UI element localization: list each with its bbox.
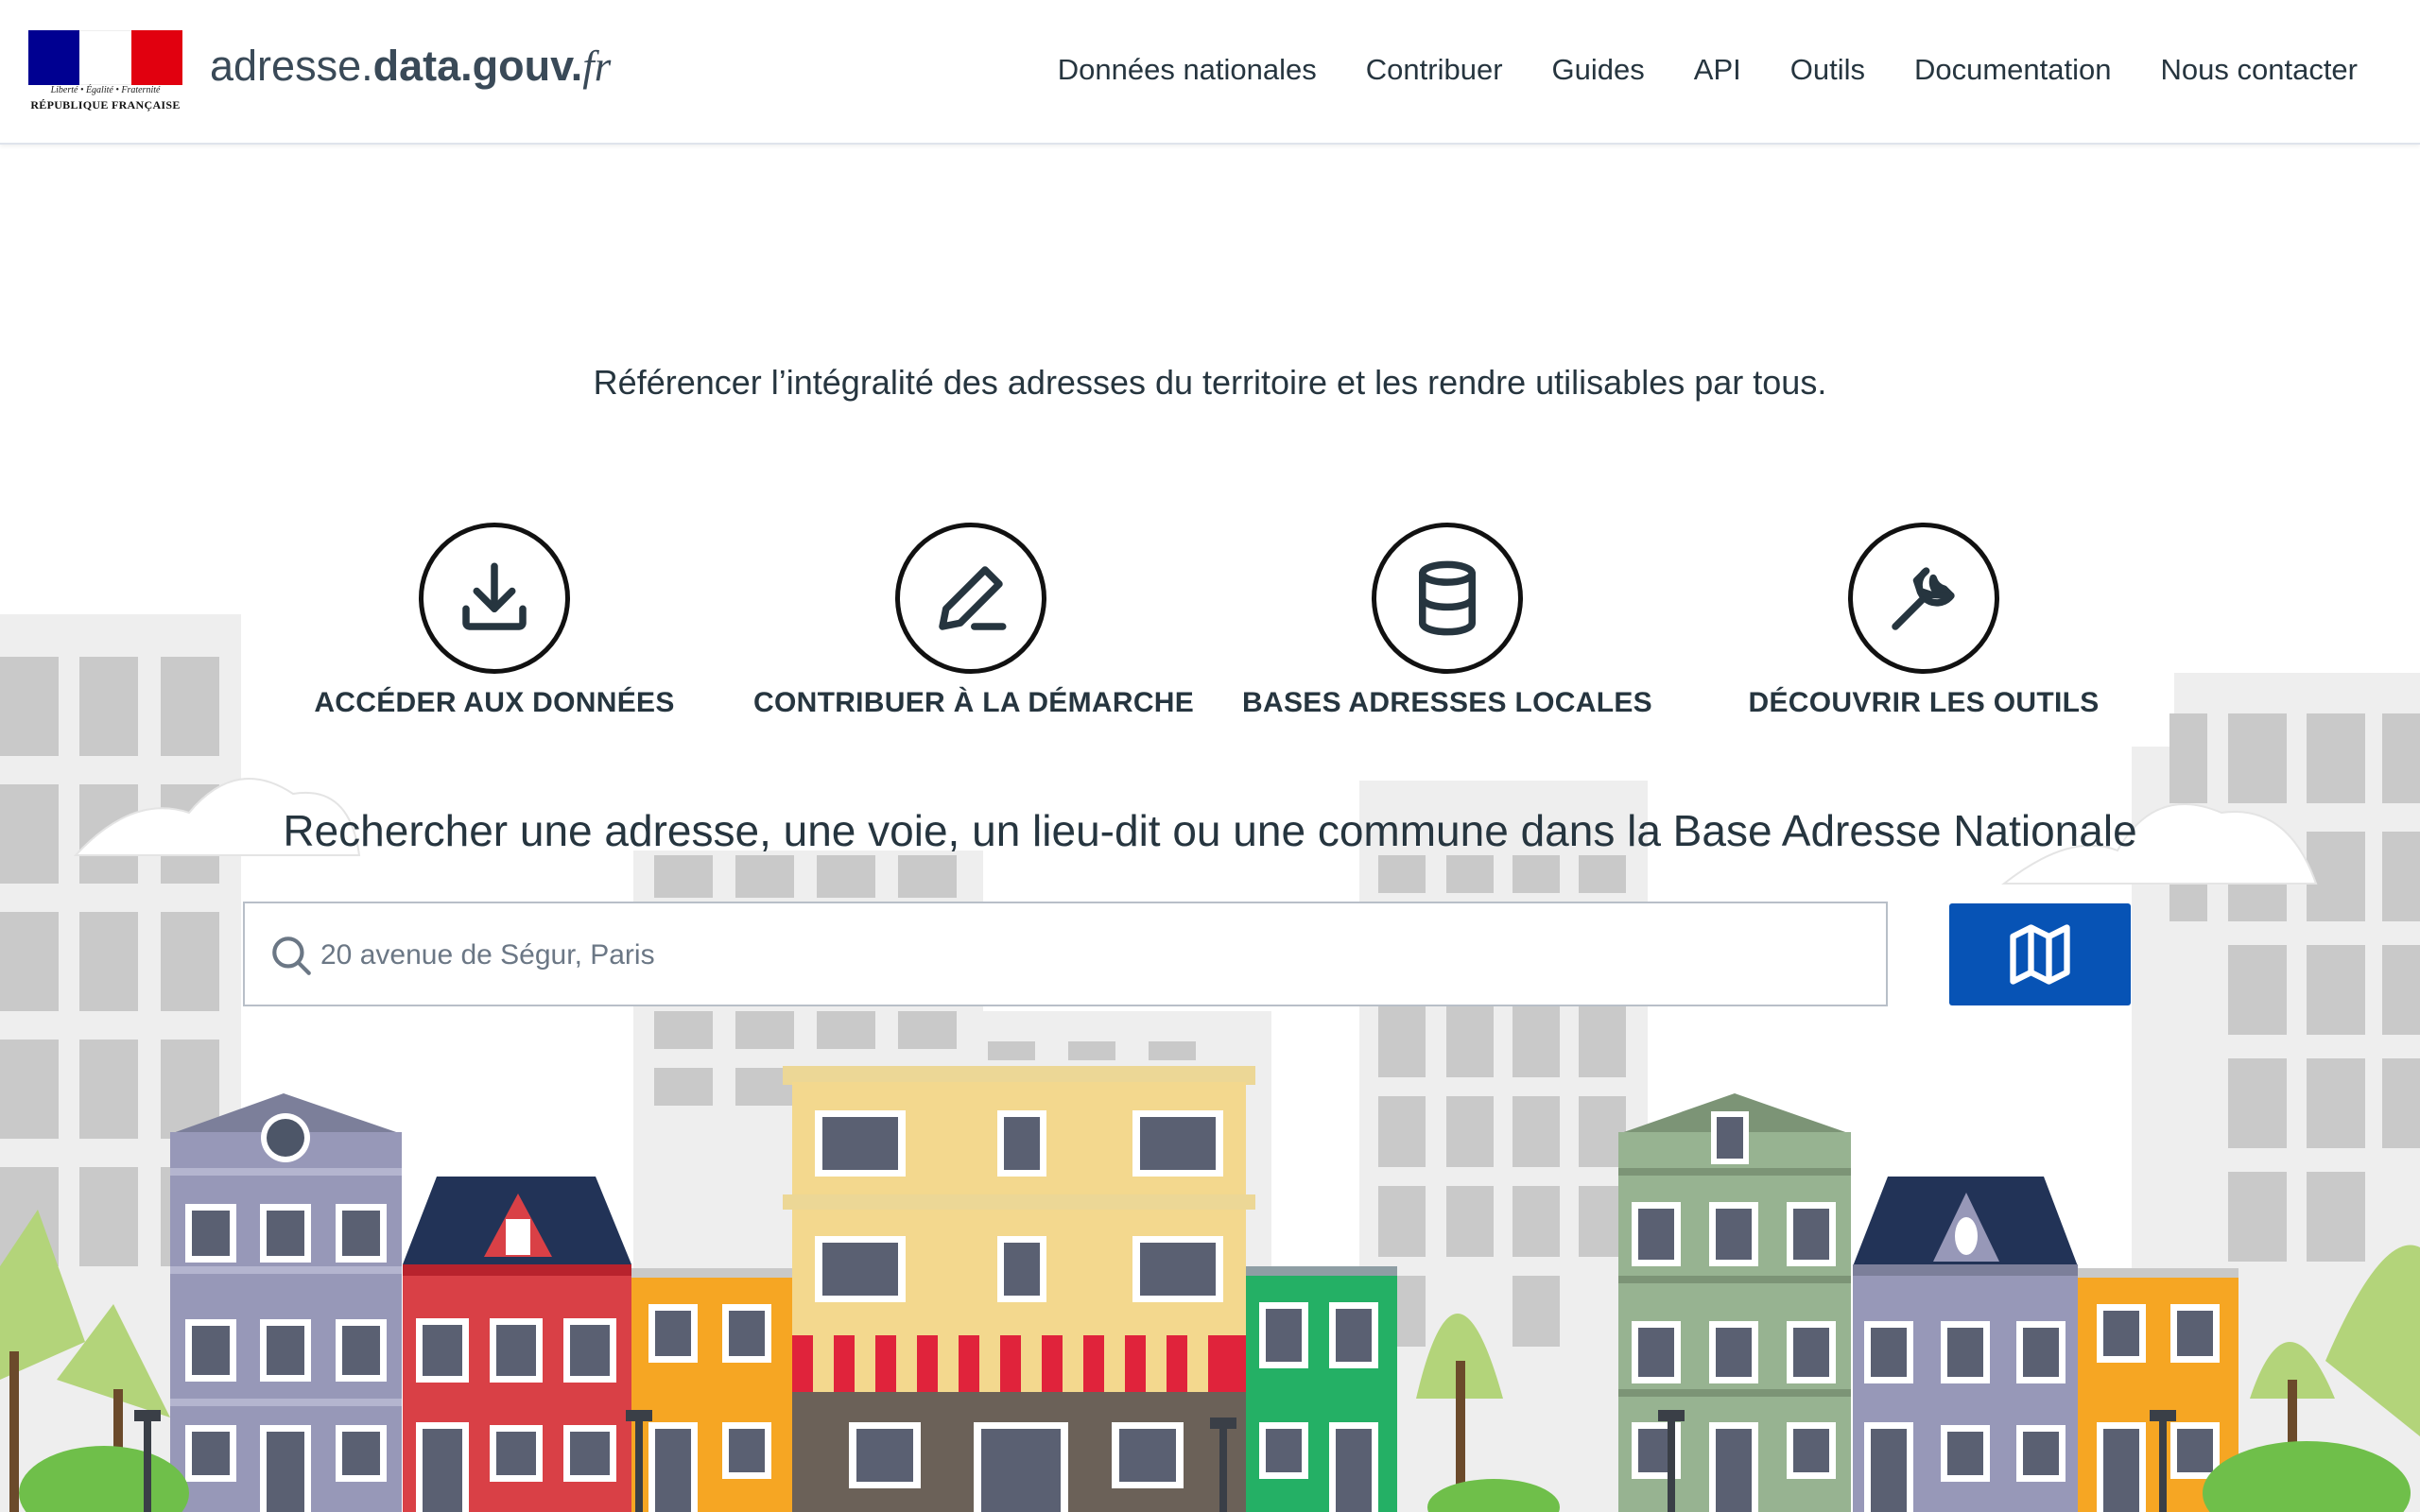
- feature-label: DÉCOUVRIR LES OUTILS: [1748, 687, 2100, 718]
- map-button[interactable]: [1949, 903, 2131, 1005]
- nav-item-api[interactable]: API: [1669, 53, 1766, 87]
- site-header: Liberté • Égalité • Fraternité RÉPUBLIQU…: [0, 0, 2420, 145]
- flag-icon: [28, 30, 182, 85]
- address-search-input[interactable]: [320, 922, 1852, 988]
- nav-item-donnees-nationales[interactable]: Données nationales: [1033, 53, 1341, 87]
- republique-francaise-logo[interactable]: Liberté • Égalité • Fraternité RÉPUBLIQU…: [28, 30, 182, 112]
- feature-acceder-aux-donnees[interactable]: ACCÉDER AUX DONNÉES: [277, 523, 712, 719]
- nav-item-guides[interactable]: Guides: [1528, 53, 1669, 87]
- nav-item-nous-contacter[interactable]: Nous contacter: [2136, 53, 2383, 87]
- hero-tagline: Référencer l’intégralité des adresses du…: [593, 363, 1827, 402]
- brand-part-adresse: adresse.: [210, 42, 373, 90]
- logo-motto: Liberté • Égalité • Fraternité: [50, 85, 161, 95]
- download-icon: [462, 562, 527, 630]
- feature-icon-circle: [895, 523, 1046, 674]
- site-brand-link[interactable]: adresse. data.gouv. fr: [210, 42, 611, 98]
- nav-item-contribuer[interactable]: Contribuer: [1341, 53, 1528, 87]
- search-icon: [272, 936, 311, 975]
- feature-bases-adresses-locales[interactable]: BASES ADRESSES LOCALES: [1230, 523, 1665, 719]
- search-title: Rechercher une adresse, une voie, un lie…: [283, 806, 2137, 855]
- brand-part-fr: fr: [582, 43, 612, 90]
- database-icon: [1419, 560, 1476, 636]
- feature-label: CONTRIBUER À LA DÉMARCHE: [753, 687, 1195, 718]
- feature-icon-circle: [1372, 523, 1523, 674]
- map-icon: [2010, 924, 2070, 985]
- feature-label: ACCÉDER AUX DONNÉES: [314, 687, 675, 718]
- wrench-icon: [1892, 567, 1955, 630]
- main-nav: Données nationales Contribuer Guides API…: [1033, 53, 2382, 87]
- nav-item-documentation[interactable]: Documentation: [1890, 53, 2136, 87]
- feature-decouvrir-les-outils[interactable]: DÉCOUVRIR LES OUTILS: [1706, 523, 2141, 719]
- address-search-box: [243, 902, 1888, 1006]
- feature-label: BASES ADRESSES LOCALES: [1242, 687, 1652, 718]
- brand-part-data-gouv: data.gouv.: [372, 42, 583, 90]
- feature-icon-circle: [419, 523, 570, 674]
- feature-icon-circle: [1848, 523, 1999, 674]
- nav-item-outils[interactable]: Outils: [1766, 53, 1890, 87]
- feature-contribuer-a-la-demarche[interactable]: CONTRIBUER À LA DÉMARCHE: [753, 523, 1195, 719]
- city-illustration: [0, 614, 2420, 1512]
- pencil-icon: [939, 566, 1007, 630]
- logo-republique: RÉPUBLIQUE FRANÇAISE: [30, 98, 181, 112]
